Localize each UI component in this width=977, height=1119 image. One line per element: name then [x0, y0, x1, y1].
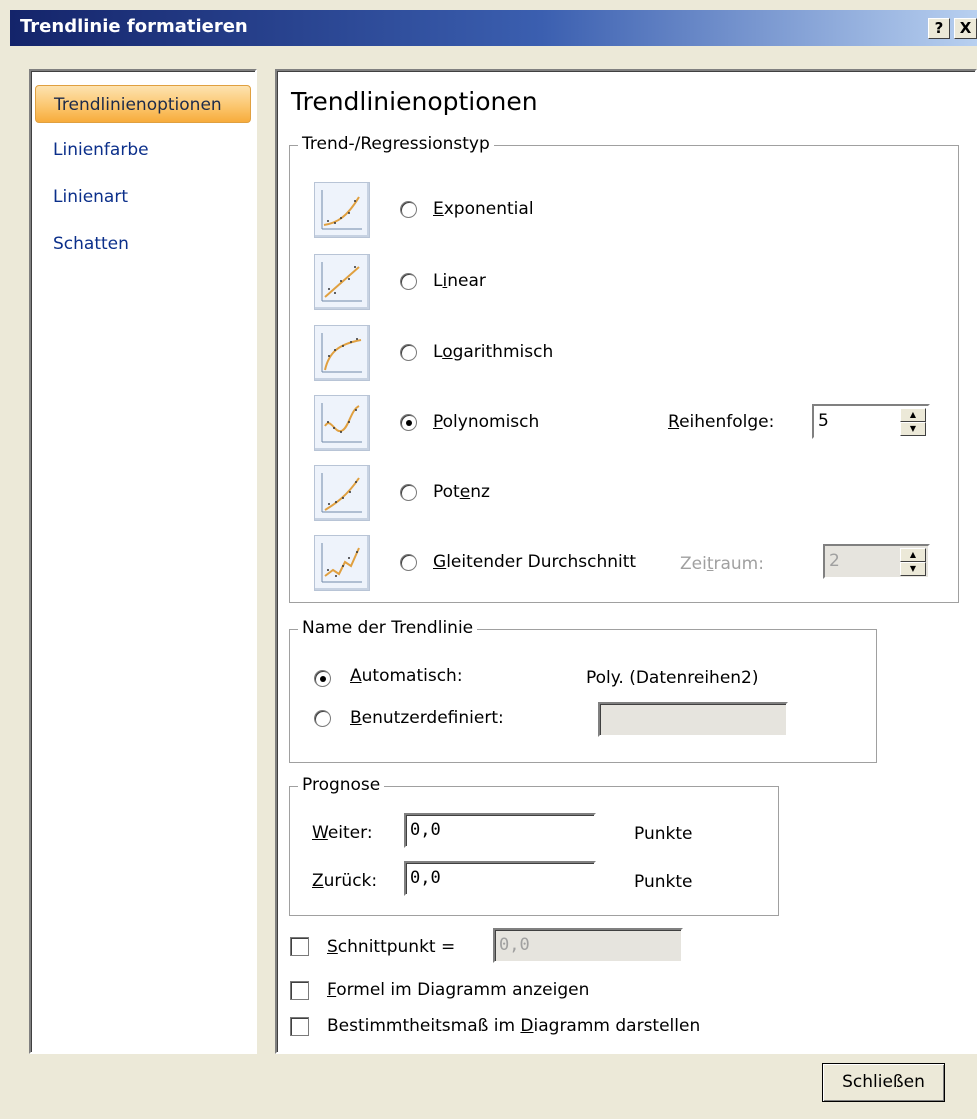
forecast-legend: Prognose — [298, 775, 385, 795]
trend-option-exponential[interactable]: Exponential — [290, 182, 950, 240]
panel-heading: Trendlinienoptionen — [291, 87, 538, 116]
period-spinner-arrows[interactable]: ▲ ▼ — [900, 548, 926, 576]
forecast-group: Prognose Weiter: 0,0 Punkte Zurück: 0,0 … — [289, 775, 779, 916]
backward-label: Zurück: — [312, 871, 378, 891]
automatic-name-value: Poly. (Datenreihen2) — [586, 668, 759, 688]
polynomial-label: Polynomisch — [433, 412, 540, 432]
order-spinner-arrows[interactable]: ▲ ▼ — [900, 408, 926, 436]
order-up-arrow[interactable]: ▲ — [900, 408, 926, 422]
linear-radio[interactable] — [400, 273, 417, 290]
nav-item-line-style[interactable]: Linienart — [35, 178, 251, 216]
power-trend-icon[interactable] — [314, 465, 370, 521]
polynomial-radio[interactable] — [400, 414, 417, 431]
nav-item-shadow[interactable]: Schatten — [35, 225, 251, 263]
title-bar[interactable]: Trendlinie formatieren ? X — [10, 10, 977, 46]
window-title: Trendlinie formatieren — [20, 16, 248, 37]
logarithmic-radio[interactable] — [400, 344, 417, 361]
period-value[interactable]: 2 — [829, 551, 840, 571]
trend-option-linear[interactable]: Linear — [290, 254, 950, 312]
period-label: Zeitraum: — [680, 554, 764, 574]
moving-average-radio[interactable] — [400, 554, 417, 571]
nav-item-line-color[interactable]: Linienfarbe — [35, 131, 251, 169]
moving-average-trend-icon[interactable] — [314, 535, 370, 591]
automatic-radio-dot — [320, 676, 326, 682]
logarithmic-trend-icon[interactable] — [314, 325, 370, 381]
nav-item-trendline-options[interactable]: Trendlinienoptionen — [35, 85, 251, 123]
automatic-radio[interactable] — [314, 670, 331, 687]
trend-option-logarithmic[interactable]: Logarithmisch — [290, 325, 950, 383]
order-down-arrow[interactable]: ▼ — [900, 422, 926, 436]
trend-type-group: Trend-/Regressionstyp Exponential Linear — [289, 134, 959, 603]
exponential-label: Exponential — [433, 199, 534, 219]
backward-unit: Punkte — [634, 872, 693, 892]
polynomial-trend-icon[interactable] — [314, 395, 370, 451]
automatic-label: Automatisch: — [350, 666, 463, 686]
linear-trend-icon[interactable] — [314, 254, 370, 310]
exponential-radio[interactable] — [400, 201, 417, 218]
options-panel: Trendlinienoptionen Trend-/Regressionsty… — [275, 69, 977, 1054]
forward-input[interactable]: 0,0 — [404, 813, 596, 848]
order-value[interactable]: 5 — [818, 411, 829, 431]
logarithmic-label: Logarithmisch — [433, 342, 554, 362]
period-down-arrow[interactable]: ▼ — [900, 562, 926, 576]
forward-unit: Punkte — [634, 824, 693, 844]
close-window-button[interactable]: X — [954, 18, 977, 39]
show-formula-label: Formel im Diagramm anzeigen — [327, 980, 590, 1000]
forward-label: Weiter: — [312, 823, 373, 843]
polynomial-radio-dot — [406, 420, 412, 426]
format-trendline-dialog: Trendlinie formatieren ? X Trendlinienop… — [0, 0, 977, 1119]
trendline-name-legend: Name der Trendlinie — [298, 618, 478, 638]
custom-name-input[interactable] — [598, 702, 788, 737]
exponential-trend-icon[interactable] — [314, 182, 370, 238]
linear-label: Linear — [433, 271, 486, 291]
trend-option-polynomial[interactable]: Polynomisch Reihenfolge: 5 ▲ ▼ — [290, 395, 950, 453]
moving-average-label: Gleitender Durchschnitt — [433, 552, 637, 572]
backward-input[interactable]: 0,0 — [404, 861, 596, 896]
power-radio[interactable] — [400, 484, 417, 501]
show-r-squared-checkbox[interactable] — [290, 1017, 309, 1036]
help-button[interactable]: ? — [928, 18, 950, 39]
category-nav: Trendlinienoptionen Linienfarbe Linienar… — [29, 69, 257, 1054]
trend-option-moving-average[interactable]: Gleitender Durchschnitt Zeitraum: 2 ▲ ▼ — [290, 535, 950, 593]
order-label: Reihenfolge: — [668, 412, 775, 432]
intercept-label: Schnittpunkt = — [327, 937, 456, 957]
trendline-name-group: Name der Trendlinie Automatisch: Poly. (… — [289, 618, 877, 763]
intercept-input[interactable]: 0,0 — [493, 928, 683, 963]
trend-option-power[interactable]: Potenz — [290, 465, 950, 523]
custom-label: Benutzerdefiniert: — [350, 708, 504, 728]
order-spinner[interactable]: 5 ▲ ▼ — [812, 404, 930, 439]
exponential-label-rest: xponential — [443, 199, 534, 219]
period-up-arrow[interactable]: ▲ — [900, 548, 926, 562]
period-spinner[interactable]: 2 ▲ ▼ — [823, 544, 930, 579]
power-label: Potenz — [433, 482, 490, 502]
custom-radio[interactable] — [314, 710, 331, 727]
intercept-checkbox[interactable] — [290, 937, 309, 956]
show-formula-checkbox[interactable] — [290, 981, 309, 1000]
trend-type-legend: Trend-/Regressionstyp — [298, 134, 494, 154]
close-button[interactable]: Schließen — [822, 1063, 945, 1102]
show-r-squared-label: Bestimmtheitsmaß im Diagramm darstellen — [327, 1016, 701, 1036]
